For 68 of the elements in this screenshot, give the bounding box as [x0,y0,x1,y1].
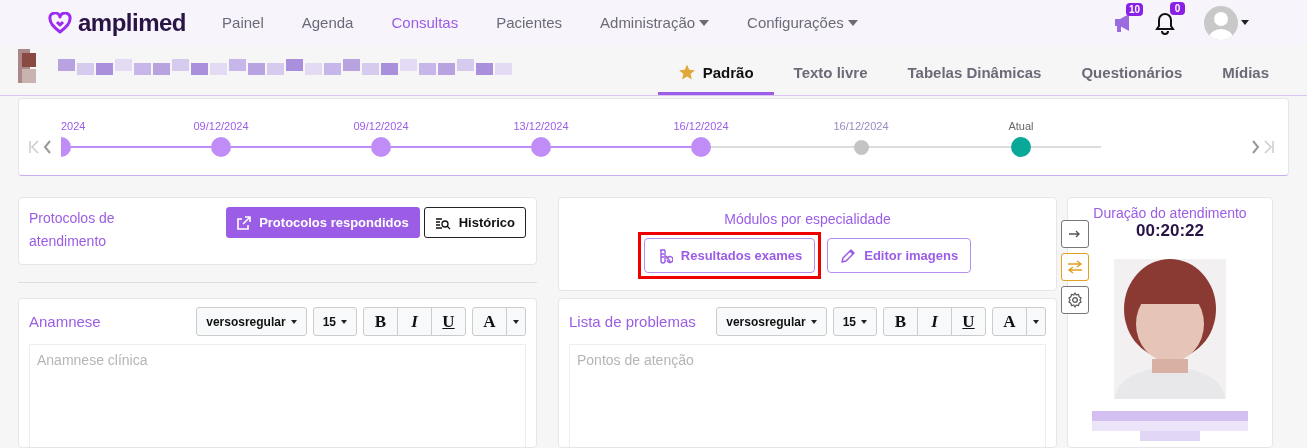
chevron-left-icon[interactable] [42,140,52,154]
settings-icon [1067,292,1083,308]
nav-link[interactable]: Administração [600,14,710,31]
timeline-point[interactable] [853,139,869,155]
nav-link[interactable]: Consultas [391,14,459,31]
bold-button[interactable]: B [883,307,918,336]
nav-link[interactable]: Agenda [301,14,354,31]
tool-button[interactable] [1061,286,1089,314]
session-timer: 00:20:22 [1135,221,1205,241]
timeline-date: 2024 [61,120,86,134]
card-title: Protocolos de atendimento [29,209,116,251]
record-tab[interactable]: Padrão [657,63,774,95]
responded-protocols-button[interactable]: Protocolos respondidos [226,207,420,238]
list-search-icon [434,215,451,230]
bell-icon[interactable] [1154,10,1176,35]
timeline-point[interactable] [371,137,391,157]
record-tab[interactable]: Texto livre [773,63,888,95]
tool-button[interactable] [1061,220,1089,248]
timeline-date: 09/12/2024 [193,120,249,134]
timeline-point[interactable] [211,137,231,157]
heart-logo-icon [48,11,72,34]
external-link-icon [237,215,252,230]
brand-name: amplimed [78,8,187,37]
size-dropdown[interactable]: 15 [832,307,877,336]
avatar-icon [1204,5,1238,40]
record-tab[interactable]: Mídias [1202,63,1289,95]
record-tab[interactable]: Questionários [1061,63,1203,95]
editor-title: Lista de problemas [569,313,696,330]
card-title: Módulos por especialidade [724,211,891,227]
nav-link[interactable]: Painel [222,14,264,31]
record-tab[interactable]: Tabelas Dinâmicas [887,63,1062,95]
bold-button[interactable]: B [363,307,398,336]
underline-button[interactable]: U [951,307,986,336]
nav-link[interactable]: Pacientes [496,14,563,31]
first-page-icon[interactable] [28,140,40,154]
italic-button[interactable]: I [397,307,432,336]
color-dropdown-button[interactable] [506,307,526,336]
font-dropdown[interactable]: versosregular [716,307,827,336]
arrow-right-icon [1069,229,1081,239]
count-badge: 0 [1170,1,1185,15]
underline-button[interactable]: U [431,307,466,336]
nav-link[interactable]: Configurações [747,14,858,31]
caret-icon [1241,20,1249,25]
panel-title: Duração do atendimento [1093,205,1247,221]
italic-button[interactable]: I [917,307,952,336]
timeline-date: Atual [1008,120,1034,134]
timeline-date: 16/12/2024 [833,120,889,134]
chevron-right-icon[interactable] [1251,140,1261,154]
font-dropdown[interactable]: versosregular [196,307,307,336]
history-button[interactable]: Histórico [423,207,526,238]
text-color-button[interactable]: A [992,307,1027,336]
size-dropdown[interactable]: 15 [312,307,357,336]
color-dropdown-button[interactable] [1026,307,1046,336]
editor-title: Anamnese [29,313,101,330]
timeline-point[interactable] [531,137,551,157]
count-badge: 10 [1125,2,1143,16]
timeline-point[interactable] [1011,137,1031,157]
text-color-button[interactable]: A [472,307,507,336]
timeline-date: 16/12/2024 [673,120,729,134]
user-menu[interactable] [1204,5,1249,40]
image-editor-button[interactable]: Editor imagens [827,238,972,273]
pencil-icon [840,247,857,264]
swap-arrows-icon [1067,260,1083,274]
timeline-date: 13/12/2024 [513,120,569,134]
last-page-icon[interactable] [1263,140,1275,154]
timeline-point[interactable] [691,137,711,157]
exam-results-button[interactable]: Resultados exames [643,238,816,273]
timeline-date: 09/12/2024 [353,120,409,134]
